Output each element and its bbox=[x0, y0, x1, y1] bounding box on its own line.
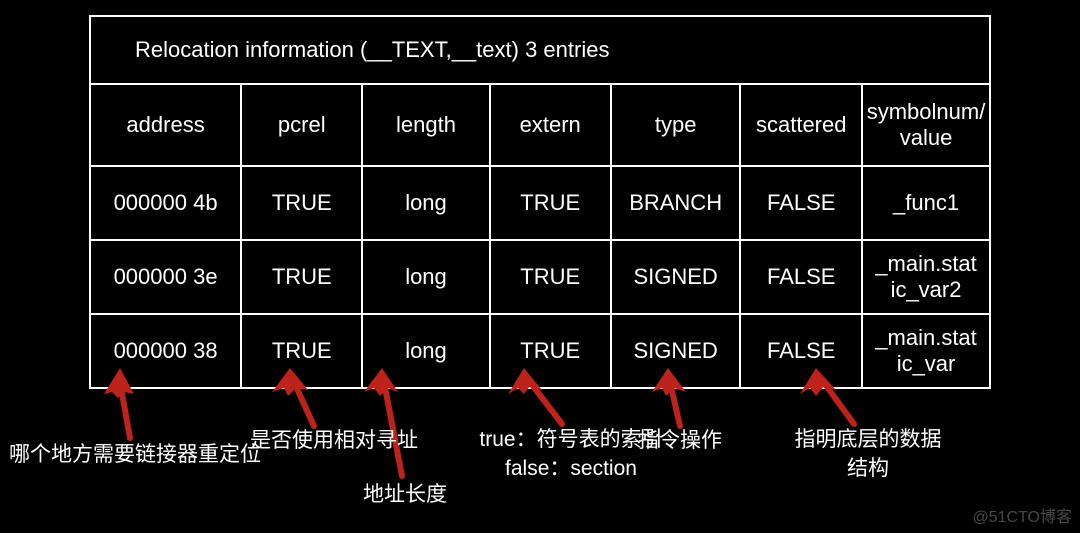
annotation-extern-line2: false：section bbox=[456, 454, 686, 483]
watermark: @51CTO博客 bbox=[972, 503, 1072, 527]
cell-scattered: FALSE bbox=[740, 314, 862, 388]
table-header-row: address pcrel length extern type scatter… bbox=[90, 84, 990, 166]
cell-length: long bbox=[362, 240, 489, 314]
annotation-pcrel: 是否使用相对寻址 bbox=[224, 426, 444, 455]
relocation-table: Relocation information (__TEXT,__text) 3… bbox=[89, 15, 991, 389]
annotation-type: 指令操作 bbox=[620, 426, 740, 455]
cell-symbolnum: _func1 bbox=[862, 166, 990, 240]
annotation-scattered-line1: 指明底层的数据 bbox=[778, 425, 958, 454]
col-header-scattered: scattered bbox=[740, 84, 862, 166]
cell-address: 000000 4b bbox=[90, 166, 241, 240]
cell-scattered: FALSE bbox=[740, 240, 862, 314]
col-header-extern: extern bbox=[490, 84, 611, 166]
cell-type: BRANCH bbox=[611, 166, 741, 240]
cell-pcrel: TRUE bbox=[241, 314, 362, 388]
cell-extern: TRUE bbox=[490, 166, 611, 240]
cell-symbolnum: _main.static_var2 bbox=[862, 240, 990, 314]
cell-type: SIGNED bbox=[611, 314, 741, 388]
table-row: 000000 38 TRUE long TRUE SIGNED FALSE _m… bbox=[90, 314, 990, 388]
cell-symbolnum: _main.static_var bbox=[862, 314, 990, 388]
cell-scattered: FALSE bbox=[740, 166, 862, 240]
cell-extern: TRUE bbox=[490, 314, 611, 388]
cell-address: 000000 3e bbox=[90, 240, 241, 314]
table-title-row: Relocation information (__TEXT,__text) 3… bbox=[90, 16, 990, 84]
table-row: 000000 3e TRUE long TRUE SIGNED FALSE _m… bbox=[90, 240, 990, 314]
table-title: Relocation information (__TEXT,__text) 3… bbox=[90, 16, 990, 84]
cell-pcrel: TRUE bbox=[241, 240, 362, 314]
col-header-symbolnum: symbolnum/value bbox=[862, 84, 990, 166]
cell-length: long bbox=[362, 314, 489, 388]
cell-address: 000000 38 bbox=[90, 314, 241, 388]
col-header-length: length bbox=[362, 84, 489, 166]
col-header-address: address bbox=[90, 84, 241, 166]
col-header-pcrel: pcrel bbox=[241, 84, 362, 166]
cell-length: long bbox=[362, 166, 489, 240]
cell-extern: TRUE bbox=[490, 240, 611, 314]
cell-type: SIGNED bbox=[611, 240, 741, 314]
col-header-type: type bbox=[611, 84, 741, 166]
table-row: 000000 4b TRUE long TRUE BRANCH FALSE _f… bbox=[90, 166, 990, 240]
annotation-scattered: 指明底层的数据 结构 bbox=[778, 425, 958, 484]
cell-pcrel: TRUE bbox=[241, 166, 362, 240]
annotation-scattered-line2: 结构 bbox=[778, 454, 958, 483]
annotation-length: 地址长度 bbox=[345, 480, 465, 509]
